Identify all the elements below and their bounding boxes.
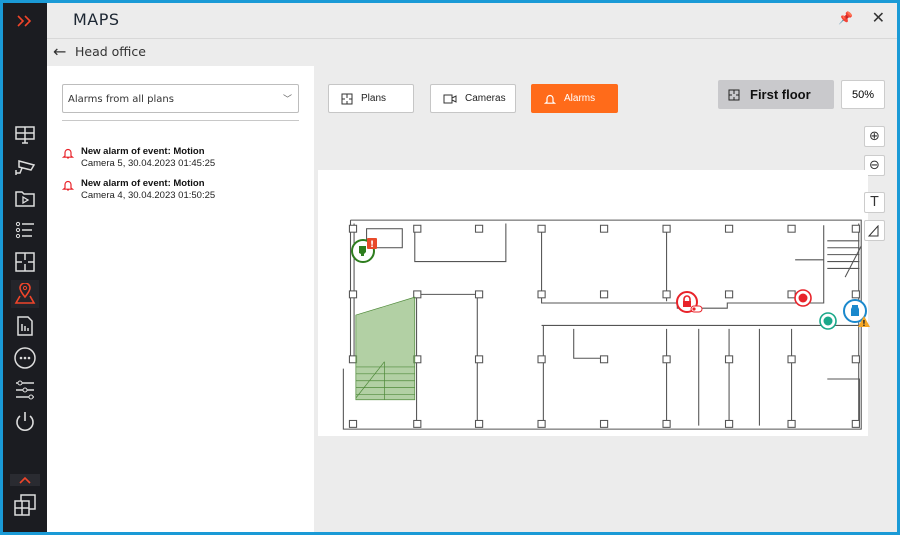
zoom-in-icon[interactable]: ⊕ — [864, 126, 885, 147]
close-icon[interactable]: ✕ — [872, 8, 885, 27]
breadcrumb-label: Head office — [75, 44, 146, 59]
chevron-down-icon: ﹀ — [282, 95, 292, 105]
alarm-list-item[interactable]: New alarm of event: Motion Camera 4, 30.… — [62, 178, 299, 208]
more-icon[interactable] — [11, 344, 39, 372]
bell-icon — [62, 148, 74, 159]
alarm-detail: Camera 4, 30.04.2023 01:50:25 — [81, 190, 216, 201]
camera-icon — [443, 94, 457, 103]
camera-marker[interactable]: ! — [350, 238, 380, 272]
plan-filter-select[interactable]: Alarms from all plans ﹀ — [62, 84, 299, 113]
monitor-layout-icon[interactable] — [11, 121, 39, 149]
bell-icon — [62, 180, 74, 191]
floor-plan-icon[interactable] — [11, 248, 39, 276]
app-title: MAPS — [73, 10, 120, 29]
sensor-alarm-marker[interactable] — [793, 288, 813, 312]
alarms-label: Alarms — [564, 93, 596, 104]
device-warning-marker[interactable]: ! — [842, 298, 872, 334]
camera-view-zone — [355, 296, 416, 401]
cameras-button[interactable]: Cameras — [430, 84, 516, 113]
cameras-label: Cameras — [465, 93, 506, 104]
svg-text:!: ! — [370, 240, 374, 250]
floor-plan[interactable]: ! ! T — [318, 170, 885, 436]
archive-icon[interactable] — [11, 184, 39, 212]
alarm-detail: Camera 5, 30.04.2023 01:45:25 — [81, 158, 216, 169]
reports-icon[interactable] — [11, 312, 39, 340]
svg-text:!: ! — [862, 319, 866, 328]
floor-label: First floor — [750, 87, 811, 102]
maps-icon[interactable] — [11, 280, 39, 308]
events-list-icon[interactable] — [11, 216, 39, 244]
breadcrumb: ← Head office — [47, 40, 897, 66]
floor-selector[interactable]: First floor — [718, 80, 834, 109]
floor-plan-icon — [341, 93, 353, 104]
map-area: Plans Cameras Alarms First floor 50% ⊕ ⊖… — [314, 66, 897, 532]
alarm-list-item[interactable]: New alarm of event: Motion Camera 5, 30.… — [62, 146, 299, 176]
title-bar: MAPS 📌 ✕ — [47, 3, 897, 39]
text-tool-icon[interactable]: T — [864, 192, 885, 213]
divider — [62, 120, 299, 121]
alarms-button[interactable]: Alarms — [531, 84, 618, 113]
floor-plan-icon — [728, 89, 740, 100]
sensor-normal-marker[interactable] — [818, 311, 838, 335]
plans-button[interactable]: Plans — [328, 84, 414, 113]
alarm-title: New alarm of event: Motion — [81, 178, 205, 189]
maps-window: MAPS 📌 ✕ ← Head office Alarms from all p… — [3, 3, 897, 532]
alarms-panel: Alarms from all plans ﹀ New alarm of even… — [47, 66, 314, 532]
pin-icon[interactable]: 📌 — [838, 11, 853, 25]
shape-tool-icon[interactable] — [864, 220, 885, 241]
camera-icon[interactable] — [11, 153, 39, 181]
plan-filter-value: Alarms from all plans — [68, 94, 174, 105]
settings-icon[interactable] — [11, 376, 39, 404]
power-icon[interactable] — [11, 408, 39, 436]
expand-icon[interactable] — [11, 7, 39, 35]
back-arrow-icon[interactable]: ← — [53, 42, 66, 61]
zoom-level[interactable]: 50% — [841, 80, 885, 109]
side-rail — [3, 3, 47, 532]
collapse-up-icon[interactable] — [10, 474, 40, 486]
plans-label: Plans — [361, 93, 387, 104]
lock-alarm-marker[interactable] — [676, 290, 704, 320]
windows-icon[interactable] — [11, 491, 39, 519]
alarm-title: New alarm of event: Motion — [81, 146, 205, 157]
bell-icon — [544, 94, 556, 104]
